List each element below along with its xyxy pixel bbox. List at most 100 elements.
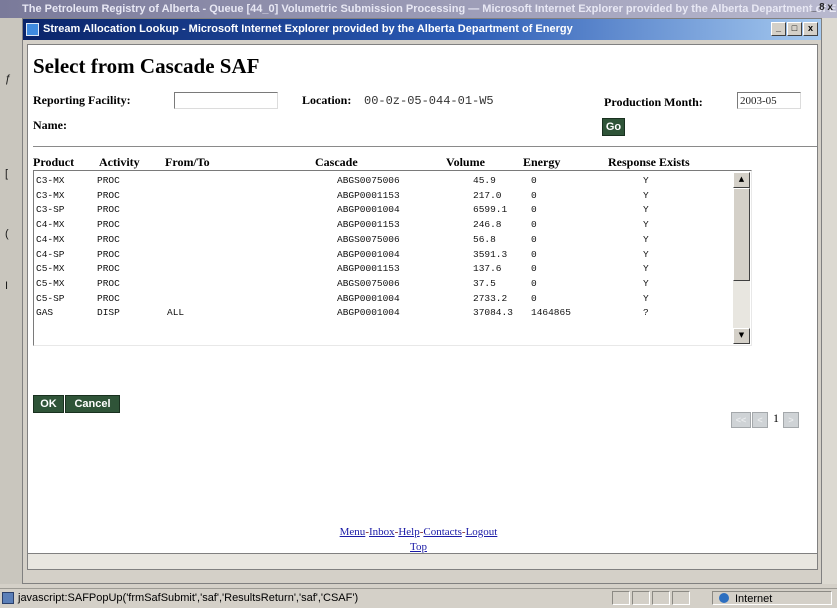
page-number: 1 [773,411,779,425]
status-text: javascript:SAFPopUp('frmSafSubmit','saf'… [18,592,359,604]
cell-activity: PROC [97,219,120,231]
prev-page-button[interactable]: < [752,412,768,428]
menu-link[interactable]: Menu [340,526,366,538]
status-panel [612,591,630,605]
parent-window-scrollbar[interactable] [822,18,837,584]
parent-content-glyph: [ [5,168,9,180]
page-title: Select from Cascade SAF [33,54,260,78]
cell-cascade: ABGP0001153 [337,189,400,201]
parent-window-title-text: The Petroleum Registry of Alberta - Queu… [22,3,837,15]
cell-activity: PROC [97,175,120,186]
popup-horizontal-scrollbar[interactable] [27,554,818,570]
column-header-response-exists: Response Exists [608,155,690,169]
status-panel [632,591,650,605]
cell-activity: PROC [97,233,120,245]
next-page-button[interactable]: > [783,412,799,428]
cell-activity: DISP [97,307,120,319]
parent-content-glyph: ( [5,228,9,240]
cell-volume: 137.6 [473,263,502,275]
column-header-cascade: Cascade [315,155,358,169]
cell-energy: 0 [531,219,537,231]
cell-cascade: ABGP0001153 [337,219,400,231]
cell-energy: 0 [531,175,537,186]
scroll-up-button[interactable]: ▲ [733,172,750,188]
divider [33,146,817,147]
close-button[interactable]: x [803,22,818,36]
footer-nav: Menu-Inbox-Help-Contacts-Logout [28,526,813,538]
cell-cascade: ABGP0001153 [337,263,400,275]
reporting-facility-label: Reporting Facility: [33,93,131,107]
maximize-button[interactable]: □ [787,22,802,36]
page-icon [2,592,14,604]
reporting-facility-input[interactable] [174,92,278,109]
cell-volume: 56.8 [473,233,496,245]
ie-icon [26,23,39,36]
parent-window-left-edge: ƒ [ ( I [0,18,23,584]
scroll-thumb[interactable] [733,188,750,281]
cell-product: C5-SP [36,292,65,304]
cell-product: C4-MX [36,233,65,245]
parent-window-controls[interactable]: _ 8 x [811,2,833,13]
cell-activity: PROC [97,189,120,201]
status-panel [652,591,670,605]
cell-response: Y [643,277,649,289]
cell-response: Y [643,189,649,201]
cell-energy: 0 [531,233,537,245]
cell-volume: 246.8 [473,219,502,231]
column-header-product: Product [33,155,75,169]
production-month-input[interactable] [737,92,801,109]
logout-link[interactable]: Logout [466,526,498,538]
security-zone: Internet [712,591,832,605]
cell-cascade: ABGS0075006 [337,233,400,245]
help-link[interactable]: Help [398,526,419,538]
cell-energy: 0 [531,189,537,201]
cell-energy: 0 [531,277,537,289]
production-month-label: Production Month: [604,95,703,109]
cell-cascade: ABGP0001004 [337,307,400,319]
column-header-activity: Activity [99,155,140,169]
top-link[interactable]: Top [410,541,427,553]
zone-label: Internet [735,593,773,605]
cascade-list[interactable]: C3-MX PROC ABGS0075006 45.9 0 Y C3-MX PROC ABGP0… [33,170,752,346]
cell-response: Y [643,219,649,231]
status-panel [672,591,690,605]
cell-activity: PROC [97,204,120,216]
name-label: Name: [33,118,67,132]
cell-response: ? [643,307,649,319]
cell-response: Y [643,263,649,275]
status-bar: javascript:SAFPopUp('frmSafSubmit','saf'… [0,588,837,607]
scroll-down-button[interactable]: ▼ [733,328,750,344]
cancel-button[interactable]: Cancel [65,395,120,413]
popup-content: Select from Cascade SAF Reporting Facili… [27,44,818,554]
cell-energy: 1464865 [531,307,571,319]
first-page-button[interactable]: << [731,412,751,428]
cell-energy: 0 [531,292,537,304]
location-value: 00-0z-05-044-01-W5 [364,94,494,108]
list-scrollbar[interactable]: ▲ ▼ [733,172,750,344]
cell-product: C3-MX [36,189,65,201]
cell-product: C5-MX [36,277,65,289]
cell-volume: 2733.2 [473,292,508,304]
go-button[interactable]: Go [602,118,625,136]
column-header-energy: Energy [523,155,561,169]
cell-cascade: ABGS0075006 [337,277,400,289]
cell-cascade: ABGS0075006 [337,175,400,186]
globe-icon [719,593,729,603]
cell-cascade: ABGP0001004 [337,204,400,216]
ok-button[interactable]: OK [33,395,64,413]
popup-window: Stream Allocation Lookup - Microsoft Int… [22,18,822,584]
cell-activity: PROC [97,248,120,260]
cell-product: C3-MX [36,175,65,186]
parent-window-title: The Petroleum Registry of Alberta - Queu… [0,0,837,18]
cell-product: GAS [36,307,54,319]
cell-response: Y [643,292,649,304]
cell-activity: PROC [97,292,120,304]
minimize-button[interactable]: _ [771,22,786,36]
popup-title-bar[interactable]: Stream Allocation Lookup - Microsoft Int… [23,19,821,40]
inbox-link[interactable]: Inbox [369,526,395,538]
popup-title-text: Stream Allocation Lookup - Microsoft Int… [43,23,573,35]
cell-volume: 37084.3 [473,307,513,319]
cell-volume: 45.9 [473,175,496,186]
cell-response: Y [643,175,649,186]
contacts-link[interactable]: Contacts [423,526,462,538]
